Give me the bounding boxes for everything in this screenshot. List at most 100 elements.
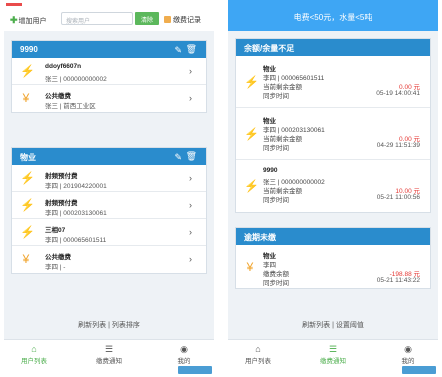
lightning-icon: ⚡ [20,171,35,185]
book-icon [164,16,171,23]
yen-icon: ¥ [22,91,30,105]
item-sync-time: 05-21 11:00:56 [376,194,420,201]
chevron-right-icon: › [189,227,192,237]
menu-icon: ☰ [104,344,114,354]
lightning-icon: ⚡ [244,179,259,193]
refresh-sort-links[interactable]: 刷新列表 | 列表排序 [4,320,214,330]
watermark-logo [178,366,212,374]
add-user-button[interactable]: ✚增加用户 [10,15,47,26]
trash-icon[interactable]: 🗑 [186,151,197,162]
tab-user-list[interactable]: ⌂ 用户列表 [228,344,288,365]
item-detail: 张三 | 000000000002 [45,76,107,83]
edit-icon[interactable]: ✎ [174,45,182,56]
tab-mine[interactable]: ◉ 我的 [378,344,438,365]
chevron-right-icon: › [189,173,192,183]
card-header: 物业 ✎ 🗑 [12,148,206,165]
yen-icon: ¥ [246,260,254,274]
chevron-right-icon: › [189,66,192,76]
watermark-logo [402,366,436,374]
list-item[interactable]: ⚡ 物业 李四 | 000203130061 当前剩余金额 0.00 元 同步时… [236,108,430,160]
lightning-icon: ⚡ [20,64,35,78]
account-card: 物业 ✎ 🗑 ⚡ 射频预付费 李四 | 201904220001 › ⚡ 射频预… [11,147,207,274]
tab-user-list[interactable]: ⌂ 用户列表 [4,344,64,365]
card-title: 9990 [20,45,38,54]
tab-mine[interactable]: ◉ 我的 [154,344,214,365]
item-detail: 李四 | 201904220001 [45,183,107,190]
overdue-section: 逾期未缴 ¥ 物业 李四 缴费余额 -198.88 元 同步时间 05-21 1… [235,227,431,289]
add-user-label: 增加用户 [18,18,47,25]
tab-label: 我的 [401,358,415,365]
fee-record-label: 缴费记录 [173,17,201,24]
bottom-tab-bar: ⌂ 用户列表 ☰ 缴费通知 ◉ 我的 [228,339,438,377]
yen-icon: ¥ [22,252,30,266]
app-logo [6,3,22,6]
list-item[interactable]: ⚡ 物业 李四 | 000065601511 当前剩余金额 0.00 元 同步时… [236,56,430,108]
list-item[interactable]: ⚡ 9990 张三 | 000000000002 当前剩余金额 10.00 元 … [236,160,430,212]
list-item[interactable]: ¥ 公共缴费 李四 | - › [12,246,206,273]
tab-label: 缴费通知 [320,358,346,365]
user-list-screen: ✚增加用户 搜索用户 清除 缴费记录 9990 ✎ 🗑 ⚡ ddoyf6607n… [4,0,214,377]
list-item[interactable]: ⚡ 射频预付费 李四 | 000203130061 › [12,192,206,219]
card-title: 物业 [20,153,36,162]
card-header: 9990 ✎ 🗑 [12,41,206,58]
lightning-icon: ⚡ [20,225,35,239]
plus-icon: ✚ [10,15,18,25]
item-name: 公共缴费 [45,254,71,261]
tab-label: 用户列表 [245,358,271,365]
section-title: 逾期未缴 [244,233,276,242]
item-name: ddoyf6607n [45,63,82,70]
list-item[interactable]: ⚡ 三相07 李四 | 000065601511 › [12,219,206,246]
chevron-right-icon: › [189,200,192,210]
item-name: 射频预付费 [45,173,78,180]
bottom-tab-bar: ⌂ 用户列表 ☰ 缴费通知 ◉ 我的 [4,339,214,377]
tab-label: 缴费通知 [96,358,122,365]
fee-record-button[interactable]: 缴费记录 [164,15,201,25]
account-card: 9990 ✎ 🗑 ⚡ ddoyf6607n 张三 | 000000000002 … [11,40,207,113]
item-name: 三相07 [45,227,66,234]
chevron-right-icon: › [189,93,192,103]
clear-button[interactable]: 清除 [135,12,159,25]
home-icon: ⌂ [255,344,261,354]
top-toolbar: ✚增加用户 搜索用户 清除 缴费记录 [4,0,214,31]
list-item[interactable]: ¥ 公共缴费 张三 | 前西工业区 › [12,85,206,112]
item-sync-label: 同步时间 [263,93,289,100]
tab-payment-notice[interactable]: ☰ 缴费通知 [303,344,363,365]
item-sync-label: 同步时间 [263,280,289,287]
menu-icon: ☰ [328,344,338,354]
list-item[interactable]: ⚡ ddoyf6607n 张三 | 000000000002 › [12,58,206,85]
threshold-header: 电费<50元，水量<5吨 [228,0,438,31]
search-input[interactable]: 搜索用户 [61,12,133,25]
home-icon: ⌂ [31,344,37,354]
item-name: 公共缴费 [45,93,71,100]
item-detail: 李四 | - [45,264,66,271]
payment-notice-screen: 电费<50元，水量<5吨 余额/余量不足 ⚡ 物业 李四 | 000065601… [228,0,438,377]
item-sync-label: 同步时间 [263,197,289,204]
lightning-icon: ⚡ [20,198,35,212]
lightning-icon: ⚡ [244,75,259,89]
list-item[interactable]: ¥ 物业 李四 缴费余额 -198.88 元 同步时间 05-21 11:43:… [236,245,430,288]
edit-icon[interactable]: ✎ [174,152,182,163]
item-detail: 李四 | 000203130061 [45,210,107,217]
tab-label: 我的 [177,358,191,365]
section-header: 余额/余量不足 [236,39,430,56]
trash-icon[interactable]: 🗑 [186,44,197,55]
chevron-right-icon: › [189,254,192,264]
insufficient-balance-section: 余额/余量不足 ⚡ 物业 李四 | 000065601511 当前剩余金额 0.… [235,38,431,213]
item-sync-time: 04-29 11:51:39 [376,142,420,149]
item-detail: 李四 | 000065601511 [45,237,107,244]
lightning-icon: ⚡ [244,127,259,141]
item-sync-label: 同步时间 [263,145,289,152]
item-sync-time: 05-19 14:00:41 [376,90,420,97]
item-sync-time: 05-21 11:43:22 [376,277,420,284]
user-icon: ◉ [180,344,188,354]
list-item[interactable]: ⚡ 射频预付费 李四 | 201904220001 › [12,165,206,192]
section-title: 余额/余量不足 [244,44,295,53]
tab-label: 用户列表 [21,358,47,365]
section-header: 逾期未缴 [236,228,430,245]
tab-payment-notice[interactable]: ☰ 缴费通知 [79,344,139,365]
item-title: 9990 [263,167,278,174]
refresh-threshold-links[interactable]: 刷新列表 | 设置阈值 [228,320,438,330]
item-detail: 张三 | 前西工业区 [45,103,96,110]
user-icon: ◉ [404,344,412,354]
item-name: 射频预付费 [45,200,78,207]
